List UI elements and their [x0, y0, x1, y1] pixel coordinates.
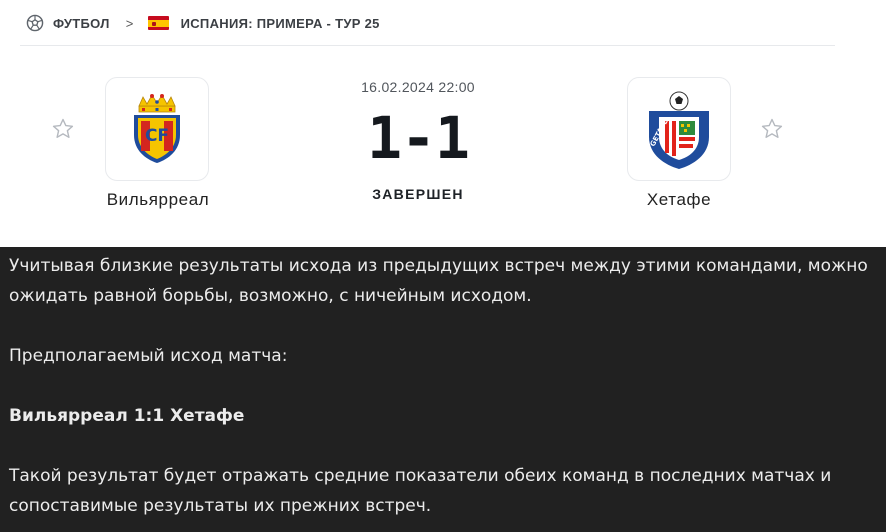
- match-status: ЗАВЕРШЕН: [372, 186, 464, 202]
- spain-flag-icon: [147, 16, 169, 30]
- svg-text:S.A.D: S.A.D: [712, 107, 715, 130]
- away-team-logo[interactable]: GETAFE S.A.D: [627, 77, 731, 181]
- football-icon: [26, 14, 44, 32]
- favorite-home-star-icon[interactable]: [51, 117, 75, 141]
- chevron-right-icon: >: [125, 15, 134, 31]
- breadcrumb: ФУТБОЛ > ИСПАНИЯ: ПРИМЕРА - ТУР 25: [26, 12, 380, 34]
- breadcrumb-sport-link[interactable]: ФУТБОЛ: [53, 16, 110, 31]
- match-analysis-panel: Учитывая близкие результаты исхода из пр…: [0, 247, 886, 532]
- prediction-label: Предполагаемый исход матча:: [9, 346, 288, 366]
- prediction-result: Вильярреал 1:1 Хетафе: [9, 406, 245, 426]
- analysis-intro: Учитывая близкие результаты исхода из пр…: [9, 256, 868, 306]
- away-team-name[interactable]: Хетафе: [599, 190, 759, 210]
- home-team-name[interactable]: Вильярреал: [78, 190, 238, 210]
- home-team-logo[interactable]: CF: [105, 77, 209, 181]
- match-datetime: 16.02.2024 22:00: [361, 79, 475, 95]
- svg-text:CF: CF: [145, 126, 169, 146]
- analysis-conclusion: Такой результат будет отражать средние п…: [9, 466, 832, 516]
- header-divider: [20, 45, 835, 46]
- breadcrumb-tournament-link[interactable]: ИСПАНИЯ: ПРИМЕРА - ТУР 25: [181, 16, 380, 31]
- getafe-crest-icon: GETAFE S.A.D: [649, 91, 715, 169]
- villarreal-crest-icon: CF: [134, 94, 180, 163]
- favorite-away-star-icon[interactable]: [760, 117, 784, 141]
- match-score: 1-1: [367, 104, 470, 172]
